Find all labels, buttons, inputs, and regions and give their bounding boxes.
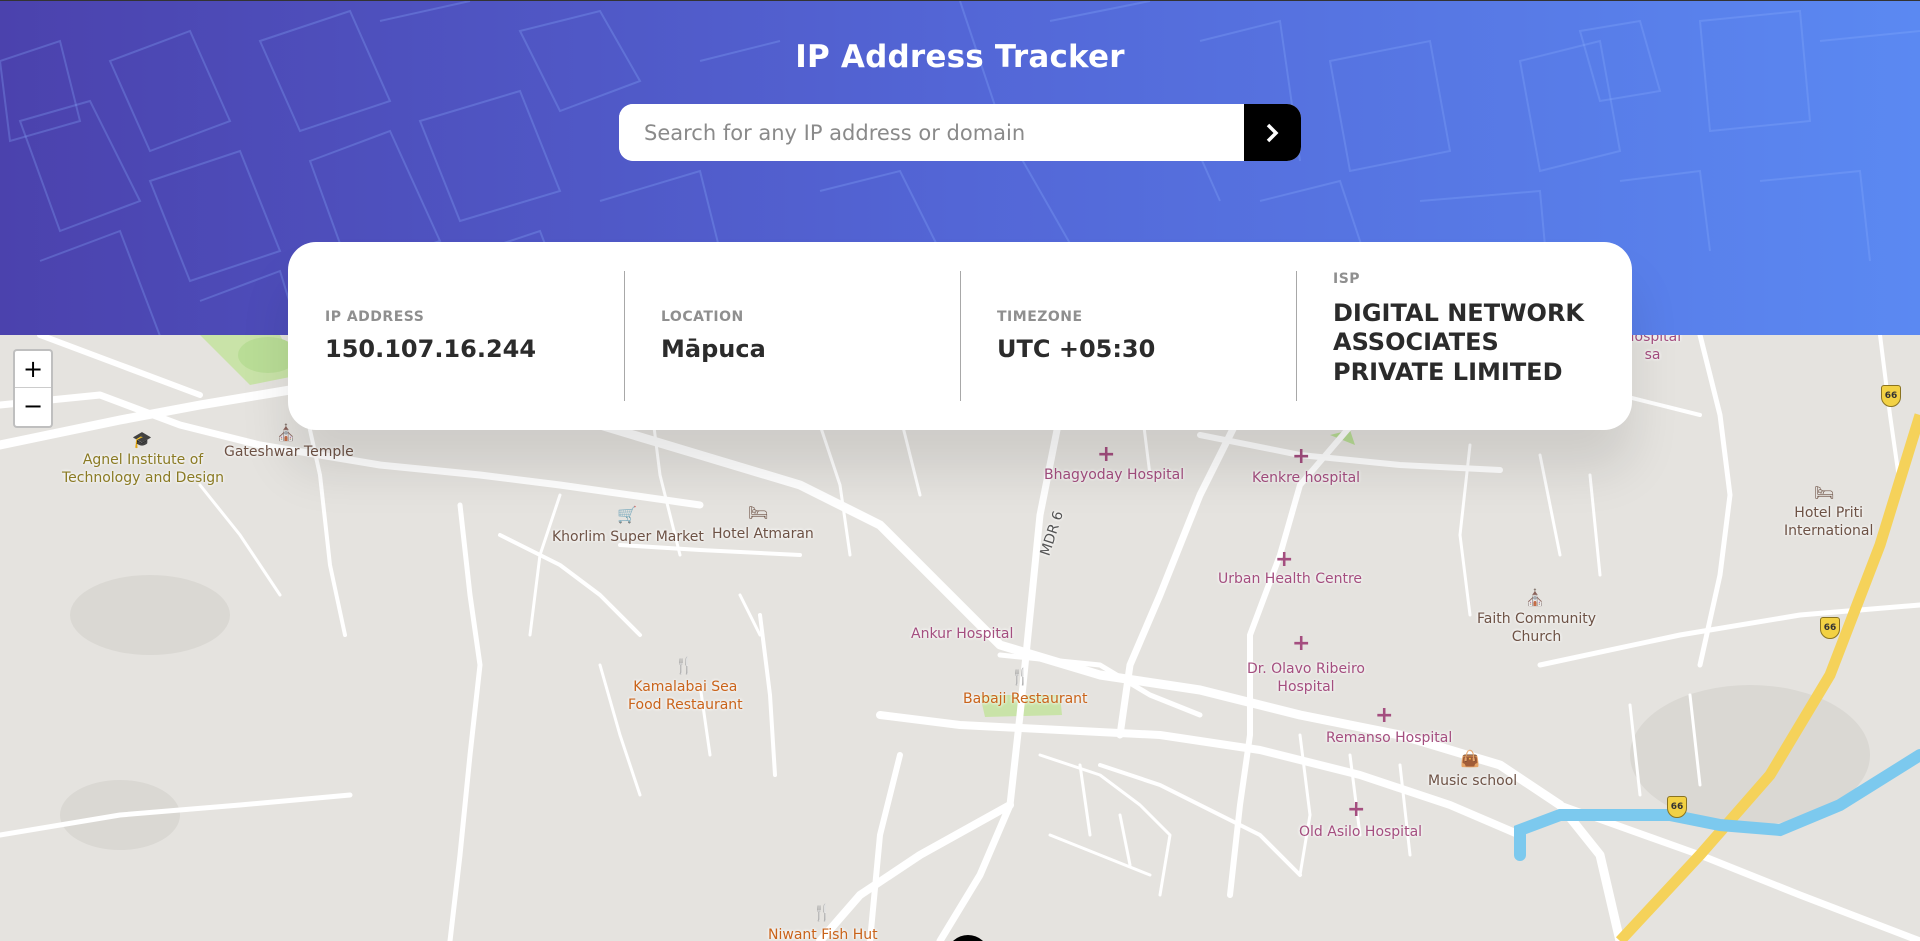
timezone-value: UTC +05:30 xyxy=(997,334,1156,363)
map-label: Ankur Hospital xyxy=(911,626,1014,642)
map-label: Music school xyxy=(1428,773,1518,789)
isp-value-line: DIGITAL NETWORK xyxy=(1333,299,1585,327)
highway-shield: 66 xyxy=(1881,385,1901,407)
timezone-label: TIMEZONE xyxy=(997,308,1083,325)
map-label: Faith Community Church xyxy=(1477,611,1597,645)
map-label: Khorlim Super Market xyxy=(552,529,704,545)
timezone-section: TIMEZONE UTC +05:30 xyxy=(960,271,1296,401)
location-value: Māpuca xyxy=(661,334,766,363)
app: IP Address Tracker IP ADDRESS 150.107.16… xyxy=(0,0,1920,941)
isp-label: ISP xyxy=(1333,271,1361,287)
isp-value-line: ASSOCIATES xyxy=(1333,328,1499,357)
search-input[interactable] xyxy=(619,104,1244,161)
zoom-control: + − xyxy=(13,349,53,428)
isp-section: ISP DIGITAL NETWORK ASSOCIATES PRIVATE L… xyxy=(1296,271,1632,401)
page-title: IP Address Tracker xyxy=(795,39,1125,75)
hospital-icon: + xyxy=(1097,442,1116,467)
hotel-icon: 🛏 xyxy=(1814,483,1835,502)
hospital-icon: + xyxy=(1347,797,1366,822)
map-label: Hotel Atmaran xyxy=(712,526,814,542)
hospital-icon: + xyxy=(1292,444,1311,469)
school-icon: 🎓 xyxy=(132,430,152,449)
hospital-icon: + xyxy=(1292,631,1311,656)
hotel-icon: 🛏 xyxy=(748,503,769,522)
restaurant-icon: 🍴 xyxy=(1010,667,1030,686)
map-label: Old Asilo Hospital xyxy=(1299,824,1423,840)
zoom-out-button[interactable]: − xyxy=(15,388,51,425)
shopping-cart-icon: 🛒 xyxy=(617,505,637,524)
location-pin-icon[interactable] xyxy=(946,935,990,941)
map-label: Babaji Restaurant xyxy=(963,691,1088,707)
shopping-bag-icon: 👜 xyxy=(1460,749,1480,768)
highway-shield: 66 xyxy=(1667,796,1687,818)
map-label: Niwant Fish Hut xyxy=(768,927,878,941)
zoom-in-button[interactable]: + xyxy=(15,351,51,388)
search-bar xyxy=(619,104,1301,161)
ip-address-section: IP ADDRESS 150.107.16.244 xyxy=(288,271,624,401)
isp-value-line: PRIVATE LIMITED xyxy=(1333,357,1563,386)
ip-address-value: 150.107.16.244 xyxy=(325,334,537,363)
church-icon: ⛪ xyxy=(1525,588,1545,607)
location-section: LOCATION Māpuca xyxy=(624,271,960,401)
map-label: Urban Health Centre xyxy=(1218,571,1363,587)
temple-icon: ⛪ xyxy=(276,423,296,442)
ip-info-card: IP ADDRESS 150.107.16.244 LOCATION Māpuc… xyxy=(288,242,1632,430)
map-label: Kamalabai Sea Food Restaurant xyxy=(628,679,743,713)
map-label: Kenkre hospital xyxy=(1252,470,1361,486)
map-label: Hotel Priti International xyxy=(1784,505,1874,539)
restaurant-icon: 🍴 xyxy=(674,656,694,675)
isp-value: DIGITAL NETWORK ASSOCIATES PRIVATE LIMIT… xyxy=(1333,299,1595,387)
search-button[interactable] xyxy=(1244,104,1301,161)
location-label: LOCATION xyxy=(661,308,744,325)
map-label: Bhagyoday Hospital xyxy=(1044,467,1185,483)
map-label: Remanso Hospital xyxy=(1326,730,1453,746)
map-label: Gateshwar Temple xyxy=(224,444,354,460)
map-label: Dr. Olavo Ribeiro Hospital xyxy=(1247,661,1365,695)
highway-shield: 66 xyxy=(1820,617,1840,639)
hospital-icon: + xyxy=(1375,703,1394,728)
map-label: Hospital sa xyxy=(1624,335,1682,363)
map-label: Agnel Institute of Technology and Design xyxy=(62,452,224,486)
ip-address-label: IP ADDRESS xyxy=(325,308,425,325)
restaurant-icon: 🍴 xyxy=(812,903,832,922)
chevron-right-icon xyxy=(1266,123,1278,142)
hospital-icon: + xyxy=(1275,547,1294,572)
